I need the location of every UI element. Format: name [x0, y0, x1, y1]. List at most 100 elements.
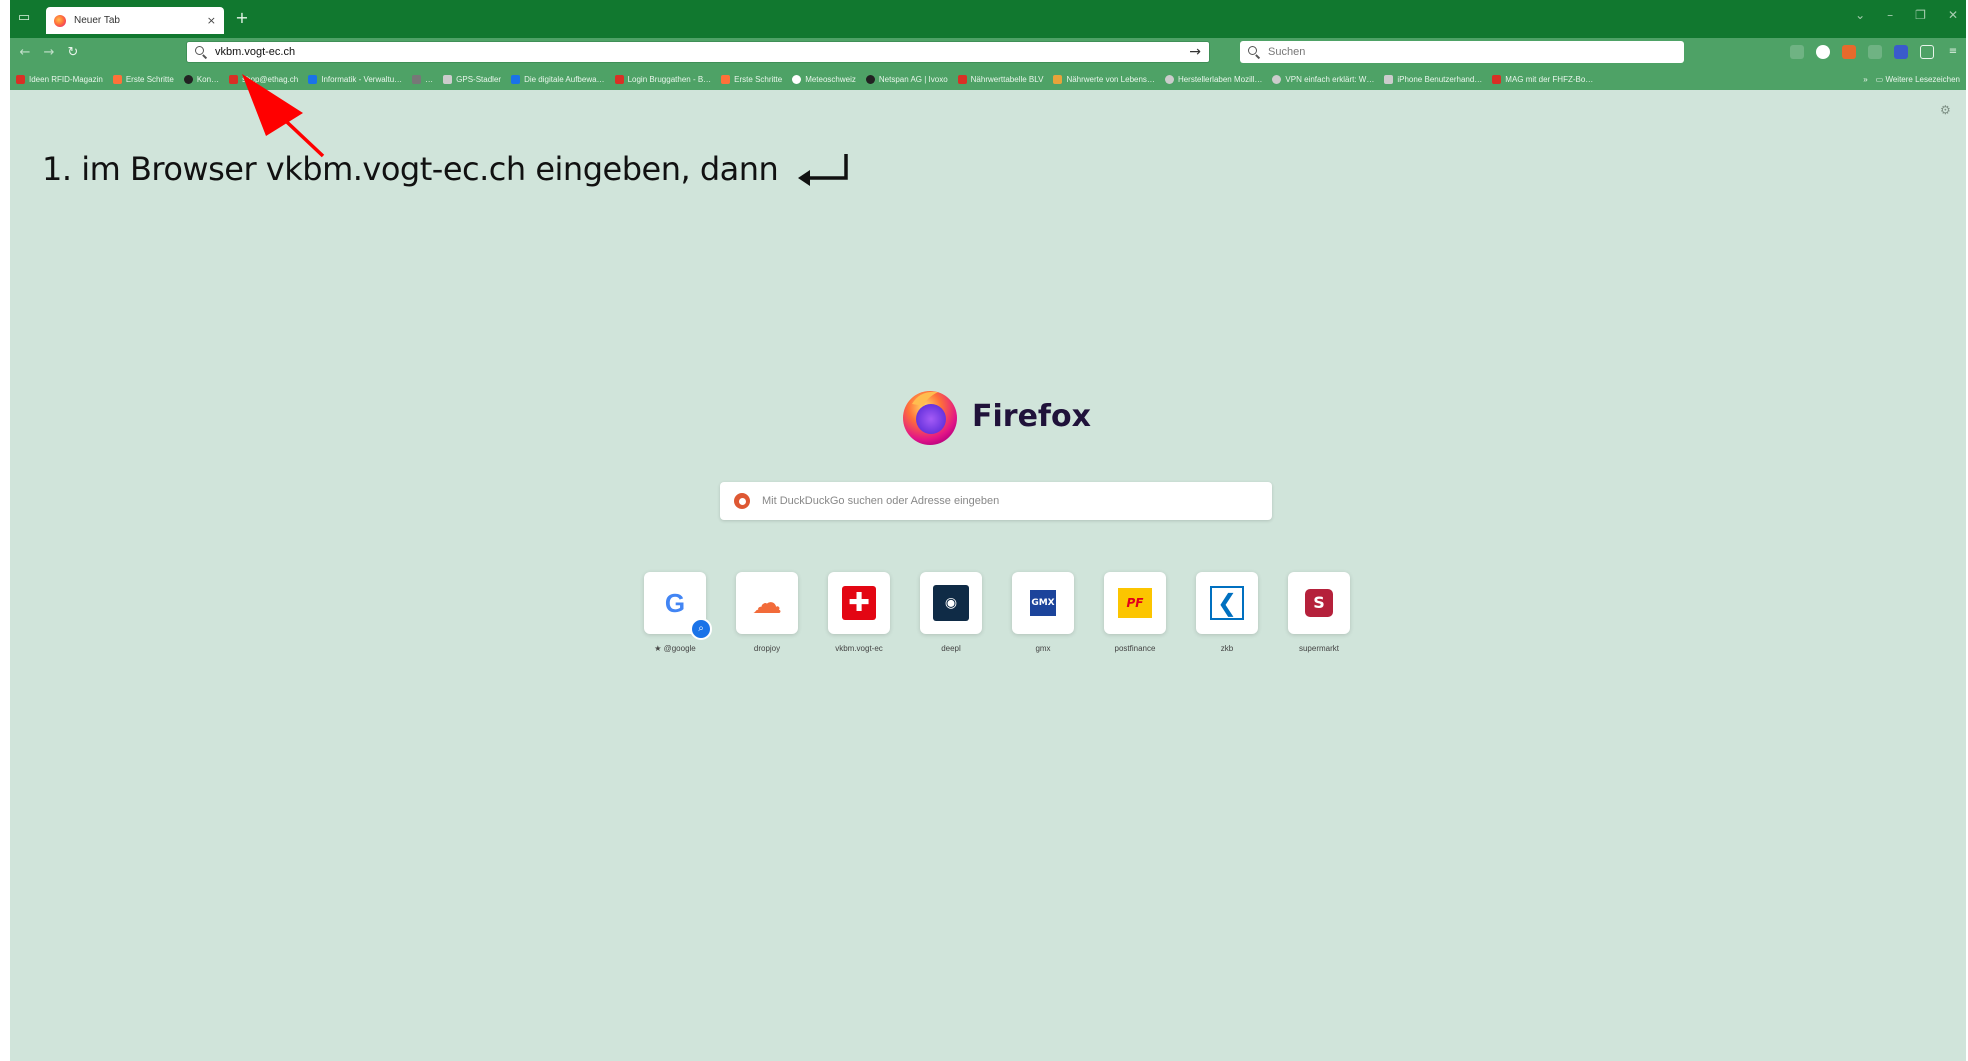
search-shortcut-badge-icon: ⌕: [690, 618, 712, 640]
shortcut-supermarkt[interactable]: S supermarkt: [1288, 572, 1350, 653]
tab-new-tab[interactable]: Neuer Tab ×: [46, 7, 224, 34]
bookmark-label: Herstellerlaben Mozill…: [1177, 74, 1263, 84]
bookmark-item[interactable]: shop@ethag.ch: [229, 74, 298, 84]
other-bookmarks-folder[interactable]: ▭ Weitere Lesezeichen: [1876, 75, 1960, 84]
shortcut-label: supermarkt: [1298, 644, 1339, 653]
extension-icon[interactable]: [1816, 45, 1830, 59]
other-bookmarks-label: Weitere Lesezeichen: [1885, 74, 1960, 84]
zkb-icon: ❮: [1210, 586, 1244, 620]
shortcut-label: postfinance: [1114, 644, 1156, 653]
search-bar[interactable]: Suchen: [1240, 41, 1684, 63]
shortcut-tile[interactable]: S: [1288, 572, 1350, 634]
bookmark-label: Ideen RFID-Magazin: [29, 74, 103, 84]
bookmark-label: MAG mit der FHFZ-Bo…: [1505, 74, 1594, 84]
shortcut-tile[interactable]: ❮: [1196, 572, 1258, 634]
bookmark-favicon-icon: [957, 74, 967, 84]
list-all-tabs-icon[interactable]: ⌄: [1855, 8, 1865, 22]
window-controls: ⌄ – ❐ ✕: [1855, 8, 1958, 22]
shortcut-deepl[interactable]: ◉ deepl: [920, 572, 982, 653]
shortcut-tile[interactable]: ◉: [920, 572, 982, 634]
bookmark-item[interactable]: MAG mit der FHFZ-Bo…: [1492, 74, 1594, 84]
bookmark-favicon-icon: [1272, 74, 1282, 84]
firefox-favicon-icon: [54, 14, 66, 27]
shortcut-tile[interactable]: PF: [1104, 572, 1166, 634]
deepl-icon: ◉: [933, 585, 969, 621]
shortcut-zkb[interactable]: ❮ zkb: [1196, 572, 1258, 653]
close-window-icon[interactable]: ✕: [1948, 8, 1958, 22]
tab-close-icon[interactable]: ×: [207, 14, 216, 27]
go-arrow-icon[interactable]: →: [1189, 44, 1201, 60]
addon-grey-icon[interactable]: [1868, 45, 1882, 59]
enter-key-icon: [798, 154, 848, 186]
shortcut-label: dropjoy: [753, 644, 781, 653]
pocket-icon[interactable]: [1790, 45, 1804, 59]
bookmark-item[interactable]: Erste Schritte: [112, 74, 174, 84]
bookmark-item[interactable]: …: [412, 74, 434, 84]
shortcut-gmx[interactable]: GMX gmx: [1012, 572, 1074, 653]
newtab-search-box[interactable]: Mit DuckDuckGo suchen oder Adresse einge…: [720, 482, 1272, 520]
tab-title: Neuer Tab: [74, 15, 120, 26]
toolbar-icons: ≡: [1790, 45, 1960, 59]
shortcut-google[interactable]: G ⌕ ★ @google: [644, 572, 712, 653]
navigation-bar: ← → ↻ vkbm.vogt-ec.ch → Suchen ≡: [10, 38, 1966, 68]
shortcut-postfinance[interactable]: PF postfinance: [1104, 572, 1166, 653]
bookmark-favicon-icon: [1053, 74, 1063, 84]
shortcut-dropjoy[interactable]: ☁ dropjoy: [736, 572, 798, 653]
shortcut-tile[interactable]: ☁: [736, 572, 798, 634]
shortcut-tile[interactable]: G ⌕: [644, 572, 712, 640]
search-icon: [195, 46, 208, 59]
bookmark-label: Login Bruggathen - B…: [627, 74, 712, 84]
search-input[interactable]: Suchen: [1268, 46, 1305, 58]
shortcut-label: ★ @google: [654, 644, 696, 653]
bookmark-item[interactable]: iPhone Benutzerhand…: [1384, 74, 1482, 84]
bookmark-item[interactable]: Informatik - Verwaltu…: [308, 74, 402, 84]
shortcut-tile[interactable]: GMX: [1012, 572, 1074, 634]
bookmark-item[interactable]: Herstellerlaben Mozill…: [1164, 74, 1263, 84]
google-icon: G: [664, 587, 686, 618]
firefox-logo-icon: [903, 391, 957, 445]
addon-blue-icon[interactable]: [1894, 45, 1908, 59]
bookmarks-more-icon[interactable]: »: [1863, 75, 1867, 84]
bookmark-item[interactable]: Nährwerte von Lebens…: [1053, 74, 1155, 84]
bookmark-item[interactable]: Meteoschweiz: [792, 74, 856, 84]
url-input[interactable]: vkbm.vogt-ec.ch: [215, 46, 1189, 58]
gear-icon[interactable]: ⚙: [1940, 104, 1952, 116]
minimize-icon[interactable]: –: [1887, 8, 1893, 22]
restore-icon[interactable]: ❐: [1915, 8, 1926, 22]
bookmark-favicon-icon: [1492, 74, 1502, 84]
bookmark-label: …: [425, 74, 434, 84]
tab-list-icon[interactable]: ▭: [16, 10, 32, 26]
bookmark-item[interactable]: VPN einfach erklärt: W…: [1272, 74, 1374, 84]
reload-icon[interactable]: ↻: [64, 44, 82, 62]
bookmark-favicon-icon: [614, 74, 624, 84]
newtab-search-input[interactable]: Mit DuckDuckGo suchen oder Adresse einge…: [762, 495, 999, 507]
bookmark-favicon-icon: [16, 74, 25, 84]
bookmark-label: Kon…: [196, 74, 220, 84]
bookmark-favicon-icon: [183, 74, 193, 84]
bookmark-item[interactable]: GPS-Stadler: [443, 74, 501, 84]
bookmark-item[interactable]: Die digitale Aufbewa…: [511, 74, 605, 84]
addon-orange-icon[interactable]: [1842, 45, 1856, 59]
bookmark-favicon-icon: [443, 74, 453, 84]
back-icon[interactable]: ←: [16, 44, 34, 62]
hamburger-menu-icon[interactable]: ≡: [1946, 45, 1960, 59]
bookmark-item[interactable]: Kon…: [183, 74, 220, 84]
forward-icon[interactable]: →: [40, 44, 58, 62]
shortcut-vkbm[interactable]: ✚ vkbm.vogt-ec: [828, 572, 890, 653]
shortcut-label: gmx: [1035, 644, 1051, 653]
shortcut-tile[interactable]: ✚: [828, 572, 890, 634]
bookmark-item[interactable]: Login Bruggathen - B…: [614, 74, 712, 84]
extensions-icon[interactable]: [1920, 45, 1934, 59]
bookmark-item[interactable]: Nährwerttabelle BLV: [957, 74, 1043, 84]
bookmark-item[interactable]: Erste Schritte: [721, 74, 782, 84]
bookmark-item[interactable]: Ideen RFID-Magazin: [16, 74, 103, 84]
url-bar[interactable]: vkbm.vogt-ec.ch →: [186, 41, 1210, 63]
bookmark-favicon-icon: [308, 74, 318, 84]
bookmark-favicon-icon: [1164, 74, 1174, 84]
bookmark-favicon-icon: [229, 74, 239, 84]
new-tab-button[interactable]: +: [234, 9, 250, 27]
bookmark-item[interactable]: Netspan AG | Ivoxo: [865, 74, 948, 84]
shortcut-label: vkbm.vogt-ec: [835, 644, 883, 653]
bookmark-favicon-icon: [721, 74, 731, 84]
shortcut-label: zkb: [1220, 644, 1234, 653]
